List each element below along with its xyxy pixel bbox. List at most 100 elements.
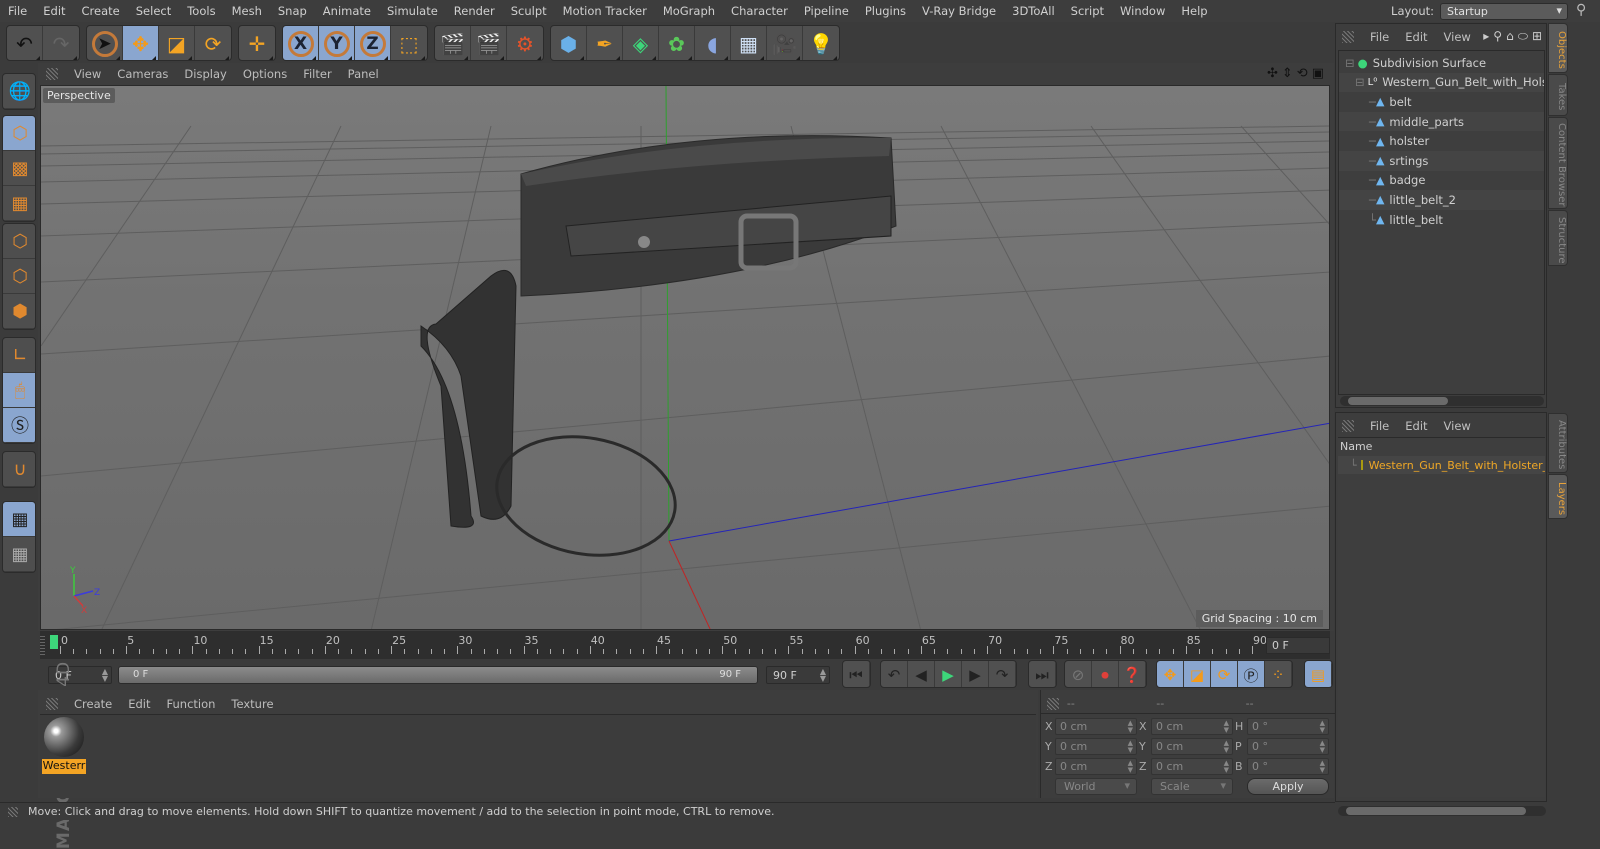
solo-button[interactable]: Ⓢ: [3, 408, 35, 443]
render-view-button[interactable]: 🎬: [435, 26, 471, 60]
scale-tool-button[interactable]: ◪: [159, 26, 195, 60]
object-menu-edit[interactable]: Edit: [1397, 30, 1435, 44]
layer-menu-view[interactable]: View: [1436, 419, 1479, 433]
tree-item-holster[interactable]: ─ ▲ holster: [1339, 131, 1544, 151]
axis-mode-button[interactable]: ∟: [3, 338, 35, 373]
pos-y-field[interactable]: 0 cm ▲ ▼: [1055, 738, 1137, 755]
play-button[interactable]: ▶: [935, 661, 962, 687]
menu-window[interactable]: Window: [1112, 4, 1173, 18]
menu-animate[interactable]: Animate: [315, 4, 379, 18]
spin-arrows-icon[interactable]: ▲ ▼: [1224, 720, 1229, 734]
home-icon[interactable]: ⌂: [1506, 29, 1514, 44]
tab-attributes[interactable]: Attributes: [1548, 413, 1568, 473]
panel-grip[interactable]: [1342, 31, 1354, 43]
collapse-icon[interactable]: ⊟: [1345, 56, 1355, 70]
viewport-menu-options[interactable]: Options: [235, 67, 295, 81]
orbit-icon[interactable]: ⟲: [1297, 66, 1308, 81]
coord-transform-dropdown[interactable]: Scale: [1151, 778, 1233, 795]
panel-grip[interactable]: [46, 68, 58, 80]
end-frame-field[interactable]: 90 F ▲ ▼: [766, 666, 830, 684]
points-mode-button[interactable]: ⬡: [3, 224, 35, 259]
search-icon[interactable]: ⚲: [1576, 2, 1594, 20]
menu-create[interactable]: Create: [74, 4, 128, 18]
key-pla-button[interactable]: ⁘: [1265, 661, 1292, 687]
tree-item-srtings[interactable]: ─ ▲ srtings: [1339, 151, 1544, 171]
new-window-icon[interactable]: ⊞: [1532, 29, 1542, 44]
tree-item-subdivision-surface[interactable]: ⊟ ● Subdivision Surface: [1339, 53, 1544, 73]
layer-item[interactable]: └ Western_Gun_Belt_with_Holster_L: [1338, 456, 1545, 474]
snap-button[interactable]: ∪: [3, 452, 35, 487]
material-menu-texture[interactable]: Texture: [223, 697, 281, 711]
cube-button[interactable]: ⬢: [551, 26, 587, 60]
align-workplane-button[interactable]: ▦: [3, 537, 35, 572]
apply-button[interactable]: Apply: [1247, 778, 1329, 795]
spin-arrows-icon[interactable]: ▲ ▼: [1224, 740, 1229, 754]
spin-arrows-icon[interactable]: ▲ ▼: [820, 668, 826, 683]
key-rotation-button[interactable]: ⟳: [1211, 661, 1238, 687]
object-menu-view[interactable]: View: [1436, 30, 1479, 44]
menu-sculpt[interactable]: Sculpt: [503, 4, 555, 18]
layer-menu-file[interactable]: File: [1362, 419, 1397, 433]
pos-x-field[interactable]: 0 cm ▲ ▼: [1055, 718, 1137, 735]
panel-grip[interactable]: [1047, 697, 1059, 710]
expand-arrow-icon[interactable]: ▸: [1483, 29, 1489, 44]
tab-structure[interactable]: Structure: [1548, 210, 1568, 266]
layer-horizontal-scrollbar[interactable]: [1338, 806, 1546, 816]
texture-mode-button[interactable]: ▩: [3, 151, 35, 186]
move-plus-button[interactable]: ✛: [239, 26, 275, 60]
viewport-menu-display[interactable]: Display: [176, 67, 234, 81]
camera-button[interactable]: 🎥: [767, 26, 803, 60]
prev-frame-button[interactable]: ◀: [908, 661, 935, 687]
tree-item-badge[interactable]: ─ ▲ badge: [1339, 171, 1544, 191]
size-x-field[interactable]: 0 cm ▲ ▼: [1151, 718, 1233, 735]
next-key-button[interactable]: ↷: [989, 661, 1016, 687]
spin-arrows-icon[interactable]: ▲ ▼: [1224, 760, 1229, 774]
timeline-ruler[interactable]: 0 5 10 15 20 25 30 35 40 45 50 55 60 65 70 75 80 85 90: [40, 631, 1330, 659]
menu-file[interactable]: File: [0, 4, 35, 18]
viewport-menu-panel[interactable]: Panel: [340, 67, 387, 81]
record-button[interactable]: ⏺: [1092, 661, 1119, 687]
size-z-field[interactable]: 0 cm ▲ ▼: [1151, 758, 1233, 775]
edges-mode-button[interactable]: ⬡: [3, 259, 35, 294]
menu-simulate[interactable]: Simulate: [379, 4, 446, 18]
make-editable-button[interactable]: 🌐: [3, 74, 35, 109]
material-menu-create[interactable]: Create: [66, 697, 120, 711]
move-tool-button[interactable]: ✥: [123, 26, 159, 60]
pos-z-field[interactable]: 0 cm ▲ ▼: [1055, 758, 1137, 775]
menu-mograph[interactable]: MoGraph: [655, 4, 723, 18]
viewport-camera-label[interactable]: Perspective: [43, 88, 115, 103]
material-item[interactable]: Westerr: [42, 717, 86, 775]
menu-script[interactable]: Script: [1063, 4, 1112, 18]
tree-item-middle-parts[interactable]: ─ ▲ middle_parts: [1339, 111, 1544, 132]
menu-vray-bridge[interactable]: V-Ray Bridge: [914, 4, 1004, 18]
menu-motion-tracker[interactable]: Motion Tracker: [555, 4, 655, 18]
tweak-mode-button[interactable]: 🖱: [3, 373, 35, 408]
search-icon[interactable]: ⚲: [1493, 29, 1502, 44]
workplane-mode-button[interactable]: ▦: [3, 186, 35, 221]
goto-start-button[interactable]: ⏮: [843, 661, 870, 687]
lock-workplane-button[interactable]: ▦: [3, 502, 35, 537]
tab-objects[interactable]: Objects: [1548, 23, 1568, 73]
tree-item-gun-belt-null[interactable]: ⊟ L⁰ Western_Gun_Belt_with_Holster_: [1339, 72, 1544, 93]
z-axis-button[interactable]: Z: [355, 26, 391, 60]
panel-grip[interactable]: [46, 698, 58, 710]
viewport-menu-view[interactable]: View: [66, 67, 109, 81]
rotate-tool-button[interactable]: ⟳: [195, 26, 231, 60]
collapse-icon[interactable]: ⊟: [1355, 75, 1365, 89]
timeline-window-button[interactable]: ▤: [1305, 661, 1332, 687]
panel-grip[interactable]: [1342, 420, 1354, 432]
cloner-button[interactable]: ✿: [659, 26, 695, 60]
y-axis-button[interactable]: Y: [319, 26, 355, 60]
tree-item-little-belt[interactable]: └ ▲ little_belt: [1339, 210, 1544, 230]
material-menu-edit[interactable]: Edit: [120, 697, 158, 711]
layout-dropdown[interactable]: Startup: [1440, 2, 1568, 20]
render-picture-viewer-button[interactable]: 🎬: [471, 26, 507, 60]
spin-arrows-icon[interactable]: ▲ ▼: [1128, 760, 1133, 774]
menu-edit[interactable]: Edit: [35, 4, 73, 18]
tab-takes[interactable]: Takes: [1548, 74, 1568, 116]
rot-b-field[interactable]: 0 ° ▲ ▼: [1247, 758, 1329, 775]
layer-menu-edit[interactable]: Edit: [1397, 419, 1435, 433]
maximize-icon[interactable]: ▣: [1312, 66, 1324, 81]
link-icon[interactable]: ⬭: [1518, 29, 1528, 44]
menu-tools[interactable]: Tools: [179, 4, 223, 18]
